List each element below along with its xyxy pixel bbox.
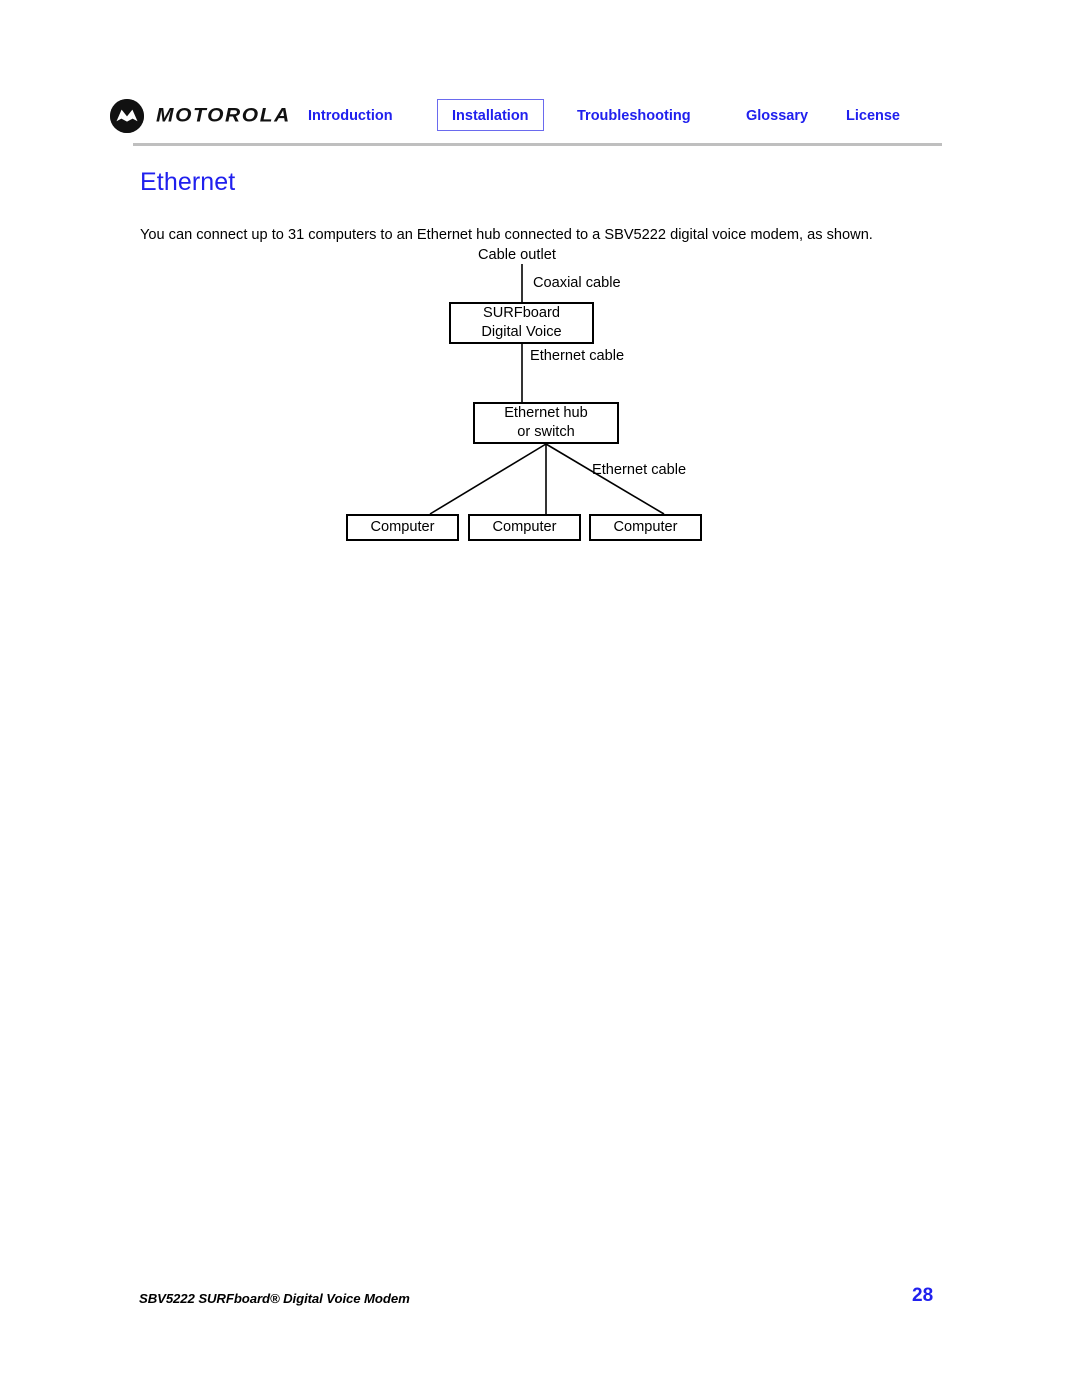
diagram-node-computer-label: Computer <box>370 519 435 535</box>
diagram-node-modem-line1: SURFboard <box>482 305 561 321</box>
page-footer: SBV5222 SURFboard® Digital Voice Modem 2… <box>0 1283 1080 1323</box>
nav-item-glossary[interactable]: Glossary <box>746 99 808 133</box>
diagram-node-computer: Computer <box>346 514 459 541</box>
motorola-batwing-icon <box>110 99 144 133</box>
footer-page-number: 28 <box>912 1285 934 1306</box>
nav-item-license[interactable]: License <box>846 99 900 133</box>
nav-item-installation[interactable]: Installation <box>437 99 544 131</box>
header-divider <box>133 143 942 146</box>
diagram-label-cable-outlet: Cable outlet <box>478 247 556 263</box>
diagram-label-coaxial-cable: Coaxial cable <box>533 275 621 291</box>
page-title: Ethernet <box>140 168 236 196</box>
diagram-label-ethernet-cable-upper: Ethernet cable <box>530 348 625 364</box>
page-header: MOTOROLA Introduction Installation Troub… <box>0 0 1080 150</box>
diagram-node-hub-line1: Ethernet hub <box>504 405 588 421</box>
diagram-node-hub-line2: or switch <box>517 424 575 440</box>
diagram-node-hub: Ethernet hub or switch <box>473 402 619 444</box>
nav-item-introduction[interactable]: Introduction <box>308 99 393 133</box>
footer-document-title: SBV5222 SURFboard® Digital Voice Modem <box>139 1291 410 1306</box>
motorola-wordmark: MOTOROLA <box>156 104 291 127</box>
motorola-logo: MOTOROLA <box>110 99 291 133</box>
ethernet-connection-diagram: Cable outlet Coaxial cable Ethernet cabl… <box>0 236 1080 566</box>
top-navigation: Introduction Installation Troubleshootin… <box>300 99 960 135</box>
diagram-node-computer: Computer <box>589 514 702 541</box>
diagram-node-modem-line2: Digital Voice <box>481 324 562 340</box>
diagram-label-ethernet-cable-lower: Ethernet cable <box>592 462 687 478</box>
diagram-node-computer-label: Computer <box>613 519 678 535</box>
diagram-node-computer: Computer <box>468 514 581 541</box>
nav-item-troubleshooting[interactable]: Troubleshooting <box>577 99 691 133</box>
diagram-node-computer-label: Computer <box>492 519 557 535</box>
diagram-node-modem: SURFboard Digital Voice <box>449 302 594 344</box>
